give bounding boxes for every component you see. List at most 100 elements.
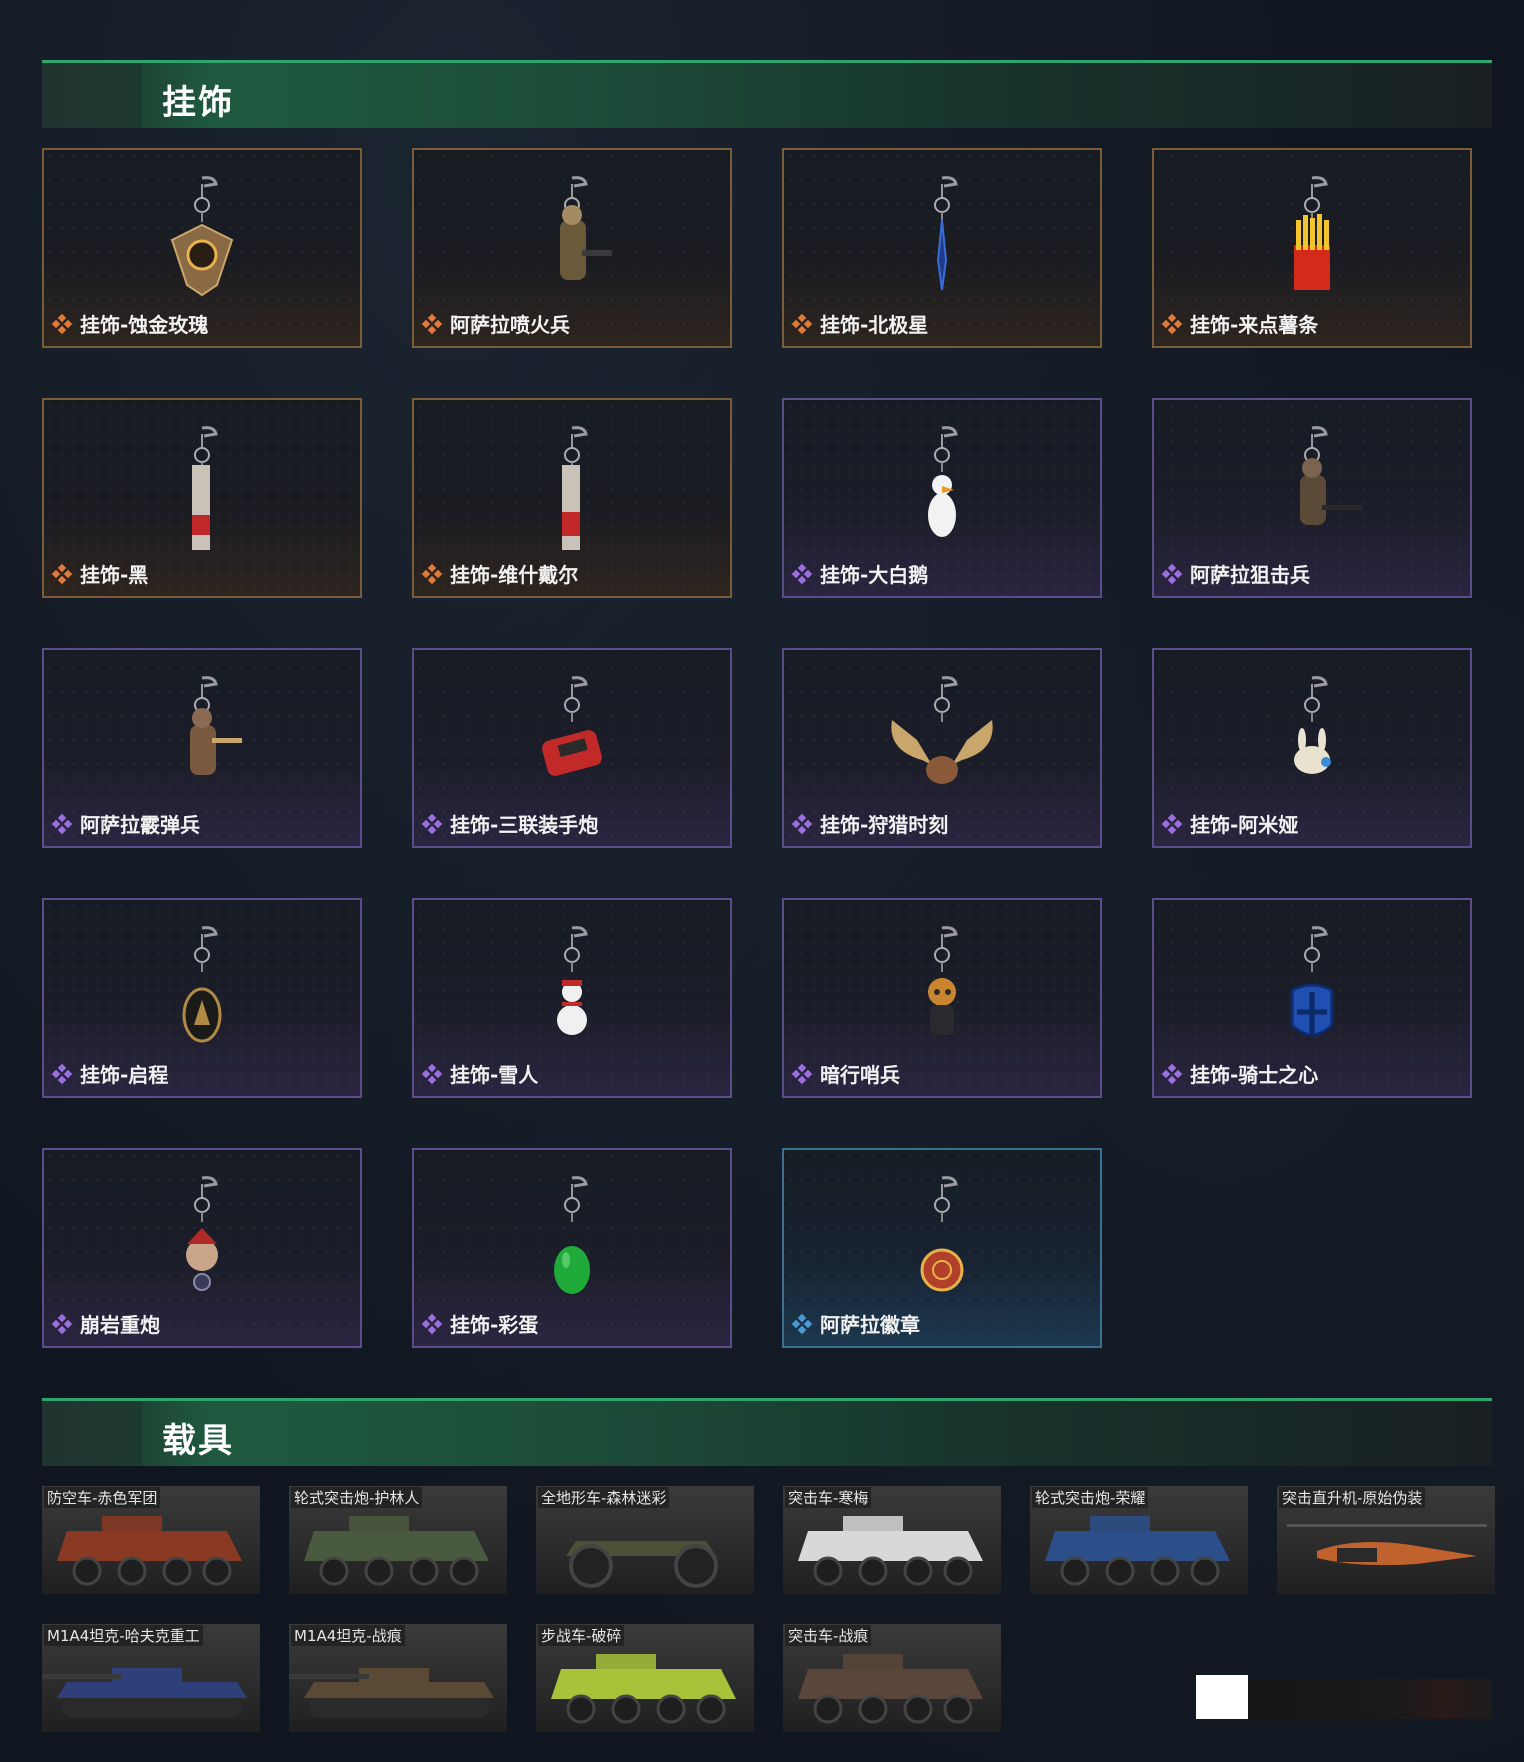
charm-card[interactable]: 挂饰-来点薯条 (1152, 148, 1472, 348)
charm-name: 挂饰-三联装手炮 (450, 813, 599, 837)
charm-card[interactable]: 挂饰-雪人 (412, 898, 732, 1098)
charm-card[interactable]: 崩岩重炮 (42, 1148, 362, 1348)
vehicle-tile[interactable]: 防空车-赤色军团 (42, 1486, 260, 1594)
departure-coin-charm-icon (132, 920, 272, 1050)
vehicle-name: 突击车-战痕 (785, 1625, 872, 1646)
rarity-diamond-icon (51, 813, 73, 835)
charm-card[interactable]: 阿萨拉狙击兵 (1152, 398, 1472, 598)
vehicle-tile[interactable]: 全地形车-森林迷彩 (536, 1486, 754, 1594)
vehicle-tile[interactable]: M1A4坦克-战痕 (289, 1624, 507, 1732)
charm-name: 挂饰-阿米娅 (1190, 813, 1299, 837)
rarity-diamond-icon (421, 563, 443, 585)
rarity-diamond-icon (51, 313, 73, 335)
charm-name: 崩岩重炮 (80, 1313, 160, 1337)
vehicle-name: M1A4坦克-哈夫克重工 (44, 1625, 203, 1646)
fries-charm-icon (1242, 170, 1382, 300)
vehicle-name: 轮式突击炮-荣耀 (1032, 1487, 1149, 1508)
charm-name: 挂饰-大白鹅 (820, 563, 929, 587)
rarity-diamond-icon (421, 313, 443, 335)
charm-name: 挂饰-维什戴尔 (450, 563, 579, 587)
black-tag-charm-icon (132, 420, 272, 550)
charm-card[interactable]: 挂饰-蚀金玫瑰 (42, 148, 362, 348)
rarity-diamond-icon (791, 1063, 813, 1085)
rock-cannon-charm-icon (132, 1170, 272, 1300)
polaris-charm-icon (872, 170, 1012, 300)
charm-name: 挂饰-蚀金玫瑰 (80, 313, 209, 337)
charm-name: 挂饰-骑士之心 (1190, 1063, 1319, 1087)
charm-card[interactable]: 挂饰-维什戴尔 (412, 398, 732, 598)
charm-name: 挂饰-狩猎时刻 (820, 813, 949, 837)
vehicle-name: M1A4坦克-战痕 (291, 1625, 405, 1646)
vehicles-section-header: 载具 (42, 1398, 1492, 1466)
snowman-charm-icon (502, 920, 642, 1050)
header-decoration (42, 1401, 142, 1466)
charm-name: 挂饰-彩蛋 (450, 1313, 539, 1337)
moose-antlers-charm-icon (872, 670, 1012, 800)
charm-card[interactable]: 挂饰-彩蛋 (412, 1148, 732, 1348)
vehicle-tile[interactable]: 突击直升机-原始伪装 (1277, 1486, 1495, 1594)
vehicle-name: 防空车-赤色军团 (44, 1487, 161, 1508)
charm-name: 阿萨拉霰弹兵 (80, 813, 200, 837)
triple-hand-cannon-charm-icon (502, 670, 642, 800)
easter-egg-charm-icon (502, 1170, 642, 1300)
charm-name: 挂饰-雪人 (450, 1063, 539, 1087)
vehicle-name: 突击车-寒梅 (785, 1487, 872, 1508)
dark-strip (1248, 1679, 1492, 1719)
rose-medallion-charm-icon (132, 170, 272, 300)
charm-name: 挂饰-来点薯条 (1190, 313, 1319, 337)
rarity-diamond-icon (421, 1313, 443, 1335)
rarity-diamond-icon (1161, 813, 1183, 835)
rarity-diamond-icon (791, 1313, 813, 1335)
charm-card[interactable]: 暗行哨兵 (782, 898, 1102, 1098)
charm-name: 阿萨拉徽章 (820, 1313, 920, 1337)
rarity-diamond-icon (51, 1313, 73, 1335)
rarity-diamond-icon (421, 813, 443, 835)
section-title: 挂饰 (162, 83, 234, 123)
sniper-soldier-charm-icon (1242, 420, 1382, 550)
vehicle-tile[interactable]: 突击车-战痕 (783, 1624, 1001, 1732)
vehicle-name: 全地形车-森林迷彩 (538, 1487, 670, 1508)
charm-name: 暗行哨兵 (820, 1063, 900, 1087)
charm-name: 阿萨拉狙击兵 (1190, 563, 1310, 587)
rarity-diamond-icon (791, 313, 813, 335)
rarity-diamond-icon (791, 813, 813, 835)
charm-card[interactable]: 挂饰-北极星 (782, 148, 1102, 348)
asara-badge-charm-icon (872, 1170, 1012, 1300)
charm-card[interactable]: 阿萨拉徽章 (782, 1148, 1102, 1348)
section-title: 载具 (162, 1421, 234, 1461)
vehicle-name: 突击直升机-原始伪装 (1279, 1487, 1426, 1508)
vehicle-tile[interactable]: 步战车-破碎 (536, 1624, 754, 1732)
rarity-diamond-icon (421, 1063, 443, 1085)
rarity-diamond-icon (51, 1063, 73, 1085)
charm-card[interactable]: 挂饰-黑 (42, 398, 362, 598)
white-goose-charm-icon (872, 420, 1012, 550)
rarity-diamond-icon (1161, 313, 1183, 335)
charm-card[interactable]: 阿萨拉喷火兵 (412, 148, 732, 348)
charm-card[interactable]: 挂饰-大白鹅 (782, 398, 1102, 598)
rarity-diamond-icon (1161, 563, 1183, 585)
vehicle-tile[interactable]: 突击车-寒梅 (783, 1486, 1001, 1594)
wisadel-tag-charm-icon (502, 420, 642, 550)
rarity-diamond-icon (1161, 1063, 1183, 1085)
amiya-bunny-charm-icon (1242, 670, 1382, 800)
header-decoration (42, 63, 142, 128)
charm-name: 挂饰-启程 (80, 1063, 169, 1087)
charm-card[interactable]: 挂饰-狩猎时刻 (782, 648, 1102, 848)
charm-name: 阿萨拉喷火兵 (450, 313, 570, 337)
charms-section-header: 挂饰 (42, 60, 1492, 128)
charm-card[interactable]: 挂饰-启程 (42, 898, 362, 1098)
rarity-diamond-icon (51, 563, 73, 585)
charm-card[interactable]: 挂饰-三联装手炮 (412, 648, 732, 848)
shadow-sentinel-charm-icon (872, 920, 1012, 1050)
vehicle-name: 步战车-破碎 (538, 1625, 625, 1646)
charm-name: 挂饰-黑 (80, 563, 149, 587)
charm-card[interactable]: 挂饰-骑士之心 (1152, 898, 1472, 1098)
vehicle-tile[interactable]: 轮式突击炮-荣耀 (1030, 1486, 1248, 1594)
charm-card[interactable]: 阿萨拉霰弹兵 (42, 648, 362, 848)
charm-card[interactable]: 挂饰-阿米娅 (1152, 648, 1472, 848)
vehicle-tile[interactable]: M1A4坦克-哈夫克重工 (42, 1624, 260, 1732)
redaction-box (1196, 1675, 1248, 1719)
charm-name: 挂饰-北极星 (820, 313, 929, 337)
vehicle-tile[interactable]: 轮式突击炮-护林人 (289, 1486, 507, 1594)
shotgun-soldier-charm-icon (132, 670, 272, 800)
